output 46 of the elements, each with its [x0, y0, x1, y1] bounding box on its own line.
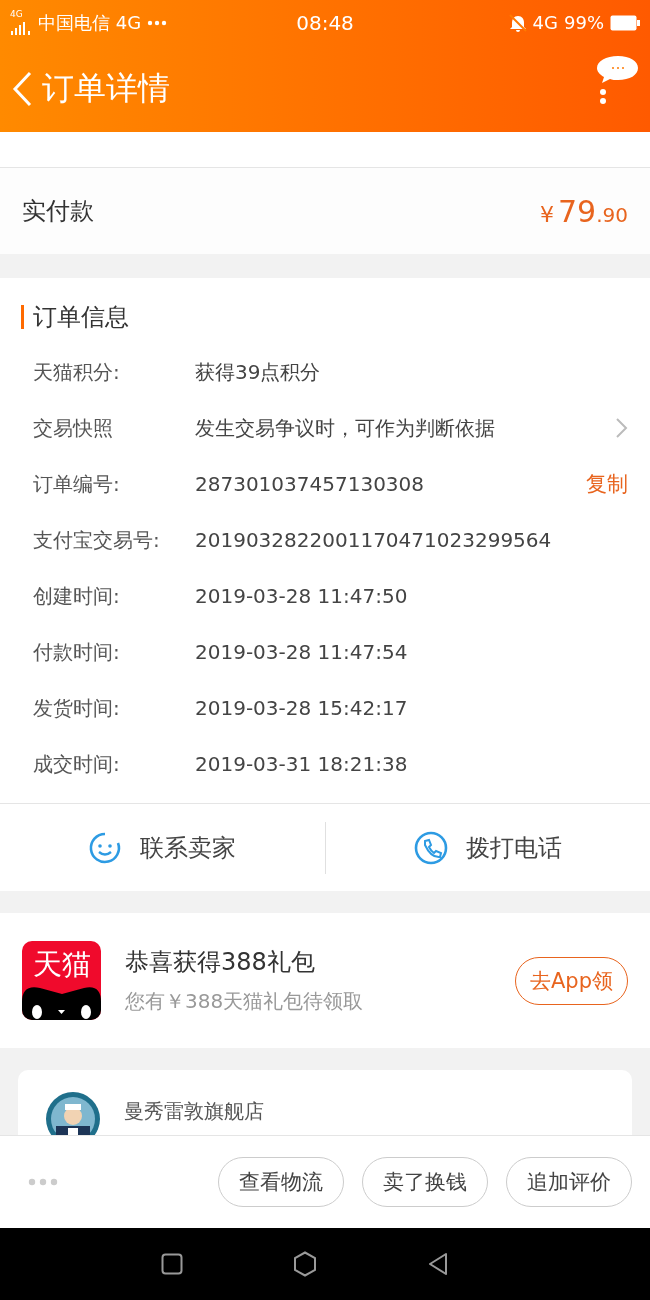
back-triangle-icon[interactable] [427, 1252, 449, 1276]
info-value: 2019-03-28 15:42:17 [195, 696, 409, 720]
info-label: 付款时间: [33, 638, 121, 666]
order-action-button[interactable]: 追加评价 [506, 1157, 632, 1207]
order-action-button[interactable]: 查看物流 [218, 1157, 344, 1207]
info-label: 成交时间: [33, 750, 121, 778]
order-action-button[interactable]: 卖了换钱 [362, 1157, 488, 1207]
battery-icon [610, 14, 640, 31]
info-value: 发生交易争议时，可作为判断依据 [195, 414, 496, 442]
info-label: 支付宝交易号: [33, 526, 161, 554]
info-value: 2019-03-28 11:47:50 [195, 584, 409, 608]
contact-button[interactable]: 拨打电话 [325, 804, 650, 891]
info-label: 天猫积分: [33, 358, 121, 386]
info-value: 获得39点积分 [195, 358, 322, 386]
signal-label: 4G [10, 9, 23, 19]
info-value: 2019-03-31 18:21:38 [195, 752, 409, 776]
info-label: 订单编号: [33, 470, 121, 498]
back-icon[interactable] [10, 69, 34, 108]
info-value: 2019032822001170471023299564 [195, 528, 553, 552]
shop-name: 曼秀雷敦旗舰店 [124, 1098, 264, 1125]
info-label: 交易快照 [33, 414, 114, 442]
paid-amount-label: 实付款 [22, 196, 94, 227]
muted-bell-icon [508, 13, 527, 32]
page-title: 订单详情 [42, 67, 171, 109]
battery-percent: 99% [564, 12, 604, 33]
info-label: 创建时间: [33, 582, 121, 610]
recents-icon[interactable] [161, 1253, 183, 1275]
app-logo: 天猫 [22, 941, 101, 1020]
promo-subtitle: 您有￥388天猫礼包待领取 [125, 988, 365, 1015]
network-type: 4G [532, 12, 558, 33]
home-icon[interactable] [293, 1251, 317, 1277]
more-menu-icon[interactable] [594, 54, 640, 105]
more-dots-icon[interactable] [28, 1178, 58, 1186]
promo-title: 恭喜获得388礼包 [125, 947, 316, 978]
paid-amount: ¥79.90 [540, 193, 628, 229]
clock-time: 08:48 [296, 10, 354, 35]
info-value: 287301037457130308 [195, 472, 426, 496]
cat-face-icon [22, 984, 101, 1020]
smiley-chat-icon [88, 830, 123, 865]
contact-button[interactable]: 联系卖家 [0, 804, 325, 891]
chevron-right-icon[interactable] [615, 417, 628, 439]
carrier-name: 中国电信 4G [38, 10, 142, 35]
section-title: 订单信息 [33, 302, 129, 333]
phone-icon [413, 830, 448, 865]
info-label: 发货时间: [33, 694, 121, 722]
info-value: 2019-03-28 11:47:54 [195, 640, 409, 664]
